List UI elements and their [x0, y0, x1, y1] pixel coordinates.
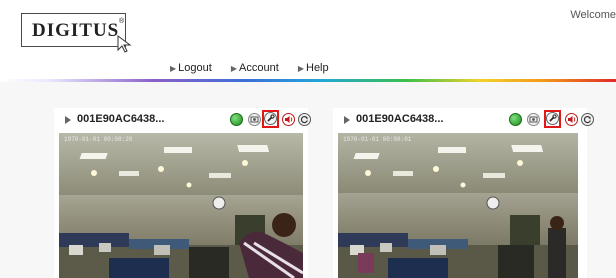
camera-video-feed[interactable]: 1970-01-01 00:08:20: [59, 133, 303, 278]
camera-name: 001E90AC6438...: [77, 113, 165, 125]
snapshot-icon[interactable]: [248, 113, 261, 126]
settings-highlight-box: [544, 110, 561, 128]
nav-arrow-icon: ▶: [297, 64, 304, 73]
audio-speaker-icon[interactable]: [565, 113, 578, 126]
camera-panel-header: 001E90AC6438...: [333, 108, 594, 132]
nav-arrow-icon: ▶: [170, 64, 177, 73]
expand-triangle-icon[interactable]: [65, 116, 71, 124]
camera-video-feed[interactable]: 1970-01-01 00:08:01: [338, 133, 578, 278]
settings-wrench-icon[interactable]: [546, 112, 559, 125]
expand-triangle-icon[interactable]: [344, 116, 350, 124]
audio-speaker-icon[interactable]: [282, 113, 295, 126]
logo-text: DIGITUS: [32, 20, 120, 41]
refresh-icon[interactable]: [298, 113, 311, 126]
nav-logout-label: Logout: [178, 62, 212, 74]
camera-panel: 001E90AC6438...: [54, 108, 311, 278]
nav-account-label: Account: [239, 62, 279, 74]
camera-panel: 001E90AC6438...: [333, 108, 594, 278]
status-led-icon: [509, 113, 522, 126]
logo-registered-mark: ®: [119, 18, 125, 25]
settings-highlight-box: [262, 110, 279, 128]
cursor-arrow-icon: [117, 35, 132, 53]
digitus-logo: DIGITUS ®: [21, 13, 134, 53]
nav-logout[interactable]: ▶ Logout: [170, 62, 212, 74]
refresh-icon[interactable]: [581, 113, 594, 126]
nav-help-label: Help: [306, 62, 329, 74]
status-led-icon: [230, 113, 243, 126]
top-nav: ▶ Logout ▶ Account ▶ Help: [170, 62, 345, 74]
office-scene-image: [59, 133, 303, 278]
nav-arrow-icon: ▶: [230, 64, 238, 73]
settings-wrench-icon[interactable]: [264, 112, 277, 125]
camera-panel-header: 001E90AC6438...: [54, 108, 311, 132]
video-timestamp: 1970-01-01 00:08:20: [64, 136, 133, 143]
nav-help[interactable]: ▶ Help: [298, 62, 329, 74]
office-scene-image: [338, 133, 578, 278]
camera-name: 001E90AC6438...: [356, 113, 444, 125]
nav-account[interactable]: ▶ Account: [231, 62, 279, 74]
snapshot-icon[interactable]: [527, 113, 540, 126]
video-timestamp: 1970-01-01 00:08:01: [343, 136, 412, 143]
welcome-text: Welcome: [570, 9, 616, 21]
